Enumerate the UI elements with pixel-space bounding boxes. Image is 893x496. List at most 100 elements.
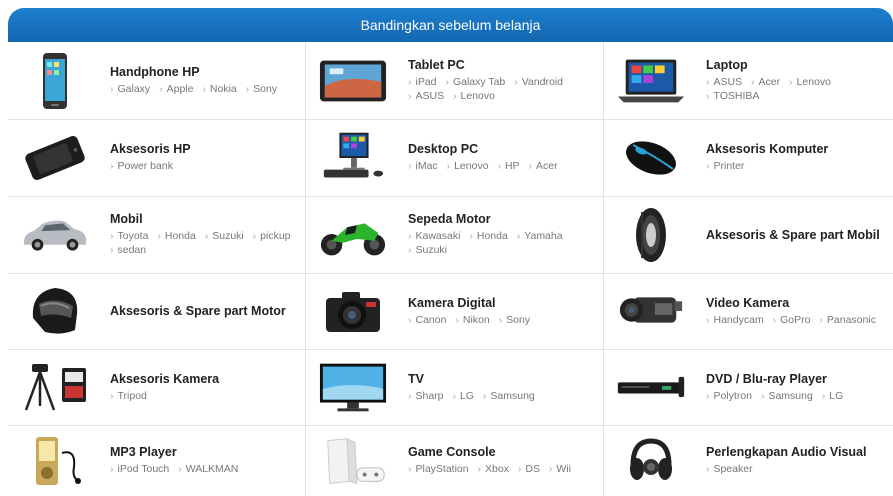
subcategory-link[interactable]: GoPro — [773, 314, 811, 326]
category-card-sepeda-motor[interactable]: Sepeda Motor Kawasaki Honda Yamaha Suzuki — [306, 196, 604, 273]
category-title[interactable]: Aksesoris Kamera — [110, 372, 301, 386]
category-title[interactable]: Laptop — [706, 58, 889, 72]
category-text: Handphone HP Galaxy Apple Nokia Sony — [110, 42, 301, 119]
dvd-player-icon — [616, 357, 686, 417]
subcategory-link[interactable]: Polytron — [706, 390, 752, 402]
subcategory-link[interactable]: Acer — [751, 76, 780, 88]
category-title[interactable]: Video Kamera — [706, 296, 889, 310]
subcategory-link[interactable]: Tripod — [110, 390, 147, 402]
subcategory-link[interactable]: Honda — [469, 230, 507, 242]
category-card-video-kamera[interactable]: Video Kamera Handycam GoPro Panasonic — [604, 273, 893, 349]
category-title[interactable]: Tablet PC — [408, 58, 599, 72]
category-card-aksesoris-hp[interactable]: Aksesoris HP Power bank — [8, 119, 306, 196]
subcategory-link[interactable]: WALKMAN — [178, 463, 238, 475]
subcategory-link[interactable]: Samsung — [761, 390, 813, 402]
category-card-laptop[interactable]: Laptop ASUS Acer Lenovo TOSHIBA — [604, 42, 893, 119]
subcategory-link[interactable]: sedan — [110, 244, 146, 256]
category-text: Aksesoris & Spare part Motor — [110, 273, 301, 349]
subcategory-link[interactable]: Lenovo — [453, 90, 495, 102]
subcategory-link[interactable]: DS — [518, 463, 540, 475]
section-header: Bandingkan sebelum belanja — [8, 8, 893, 42]
category-title[interactable]: Game Console — [408, 445, 599, 459]
subcategory-link[interactable]: Toyota — [110, 230, 148, 242]
category-title[interactable]: Aksesoris HP — [110, 142, 301, 156]
category-text: Desktop PC iMac Lenovo HP Acer — [408, 119, 599, 196]
category-card-aksesoris-komputer[interactable]: Aksesoris Komputer Printer — [604, 119, 893, 196]
subcategory-link[interactable]: Nokia — [202, 83, 236, 95]
subcategory-link[interactable]: iMac — [408, 160, 438, 172]
category-title[interactable]: Handphone HP — [110, 65, 301, 79]
subcategory-link[interactable]: Speaker — [706, 463, 753, 475]
subcategory-link[interactable]: iPod Touch — [110, 463, 169, 475]
category-card-kamera-digital[interactable]: Kamera Digital Canon Nikon Sony — [306, 273, 604, 349]
mouse-icon — [616, 128, 686, 188]
category-title[interactable]: MP3 Player — [110, 445, 301, 459]
category-row: Aksesoris HP Power bank Desktop PC iMac Le… — [8, 119, 893, 197]
subcategory-link[interactable]: Honda — [157, 230, 195, 242]
category-card-mobil[interactable]: Mobil Toyota Honda Suzuki pickup sedan — [8, 196, 306, 273]
category-title[interactable]: Aksesoris & Spare part Motor — [110, 304, 301, 318]
subcategory-link[interactable]: Printer — [706, 160, 744, 172]
subcategory-link[interactable]: Lenovo — [447, 160, 489, 172]
category-text: DVD / Blu-ray Player Polytron Samsung LG — [706, 349, 889, 425]
subcategory-list: Tripod — [110, 389, 301, 403]
subcategory-link[interactable]: Sony — [499, 314, 530, 326]
car-icon — [20, 205, 90, 265]
subcategory-link[interactable]: iPad — [408, 76, 437, 88]
subcategory-link[interactable]: ASUS — [706, 76, 742, 88]
subcategory-link[interactable]: ASUS — [408, 90, 444, 102]
category-card-aksesoris-spare-part-motor[interactable]: Aksesoris & Spare part Motor — [8, 273, 306, 349]
category-card-tablet-pc[interactable]: Tablet PC iPad Galaxy Tab Vandroid ASUS L… — [306, 42, 604, 119]
category-title[interactable]: DVD / Blu-ray Player — [706, 372, 889, 386]
subcategory-link[interactable]: Lenovo — [789, 76, 831, 88]
subcategory-link[interactable]: Sharp — [408, 390, 444, 402]
category-title[interactable]: Kamera Digital — [408, 296, 599, 310]
category-card-aksesoris-spare-part-mobil[interactable]: Aksesoris & Spare part Mobil — [604, 196, 893, 273]
subcategory-link[interactable]: Samsung — [483, 390, 535, 402]
subcategory-link[interactable]: pickup — [253, 230, 291, 242]
subcategory-link[interactable]: TOSHIBA — [706, 90, 759, 102]
category-title[interactable]: Aksesoris & Spare part Mobil — [706, 228, 889, 242]
subcategory-link[interactable]: Galaxy Tab — [445, 76, 505, 88]
category-text: Kamera Digital Canon Nikon Sony — [408, 273, 599, 349]
subcategory-link[interactable]: Wii — [549, 463, 571, 475]
category-card-aksesoris-kamera[interactable]: Aksesoris Kamera Tripod — [8, 349, 306, 425]
category-card-perlengkapan-audio-visual[interactable]: Perlengkapan Audio Visual Speaker — [604, 425, 893, 496]
category-card-dvd-blu-ray-player[interactable]: DVD / Blu-ray Player Polytron Samsung LG — [604, 349, 893, 425]
category-card-desktop-pc[interactable]: Desktop PC iMac Lenovo HP Acer — [306, 119, 604, 196]
subcategory-link[interactable]: Nikon — [455, 314, 489, 326]
subcategory-list: PlayStation Xbox DS Wii — [408, 462, 599, 476]
subcategory-link[interactable]: Canon — [408, 314, 446, 326]
subcategory-link[interactable]: Xbox — [478, 463, 509, 475]
subcategory-link[interactable]: HP — [497, 160, 519, 172]
category-card-handphone-hp[interactable]: Handphone HP Galaxy Apple Nokia Sony — [8, 42, 306, 119]
subcategory-link[interactable]: LG — [822, 390, 844, 402]
tripod-icon — [20, 357, 90, 417]
category-title[interactable]: Aksesoris Komputer — [706, 142, 889, 156]
category-title[interactable]: Mobil — [110, 212, 301, 226]
subcategory-link[interactable]: Kawasaki — [408, 230, 460, 242]
subcategory-link[interactable]: Apple — [159, 83, 193, 95]
subcategory-link[interactable]: Panasonic — [819, 314, 876, 326]
subcategory-link[interactable]: Power bank — [110, 160, 173, 172]
category-title[interactable]: Sepeda Motor — [408, 212, 599, 226]
subcategory-link[interactable]: Yamaha — [517, 230, 563, 242]
subcategory-link[interactable]: Handycam — [706, 314, 764, 326]
subcategory-link[interactable]: Acer — [528, 160, 557, 172]
subcategory-link[interactable]: LG — [452, 390, 474, 402]
category-card-mp3-player[interactable]: MP3 Player iPod Touch WALKMAN — [8, 425, 306, 496]
subcategory-link[interactable]: Sony — [246, 83, 277, 95]
category-card-tv[interactable]: TV Sharp LG Samsung — [306, 349, 604, 425]
subcategory-link[interactable]: Suzuki — [408, 244, 447, 256]
category-text: Video Kamera Handycam GoPro Panasonic — [706, 273, 889, 349]
category-card-game-console[interactable]: Game Console PlayStation Xbox DS Wii — [306, 425, 604, 496]
subcategory-list: Galaxy Apple Nokia Sony — [110, 82, 301, 96]
subcategory-link[interactable]: PlayStation — [408, 463, 469, 475]
category-title[interactable]: Desktop PC — [408, 142, 599, 156]
subcategory-link[interactable]: Suzuki — [205, 230, 244, 242]
subcategory-link[interactable]: Galaxy — [110, 83, 150, 95]
category-title[interactable]: Perlengkapan Audio Visual — [706, 445, 889, 459]
laptop-icon — [616, 51, 686, 111]
category-title[interactable]: TV — [408, 372, 599, 386]
subcategory-link[interactable]: Vandroid — [514, 76, 563, 88]
